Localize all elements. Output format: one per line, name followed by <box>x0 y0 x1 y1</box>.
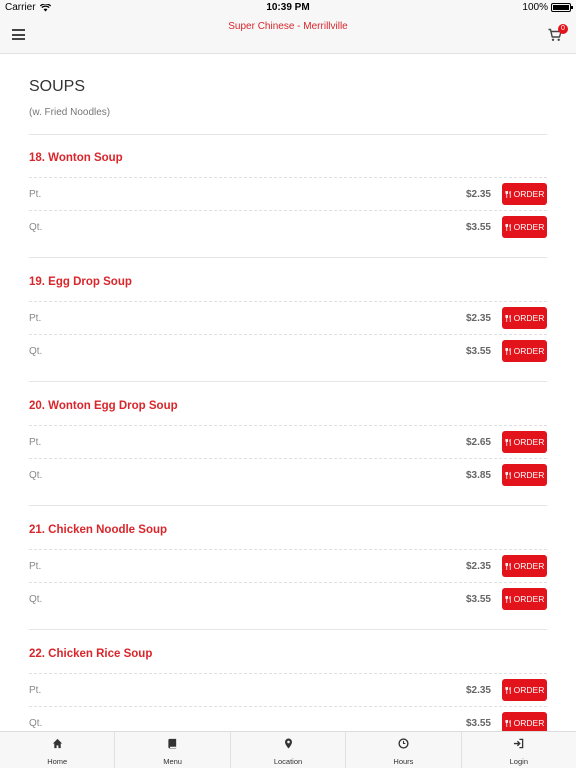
order-button[interactable]: ORDER <box>502 588 547 610</box>
size-price: $2.65 <box>465 437 491 448</box>
nav-hours-label: Hours <box>393 757 414 766</box>
order-button-label: ORDER <box>513 189 545 199</box>
menu-item-name: 22. Chicken Rice Soup <box>29 648 153 660</box>
utensils-icon <box>505 595 511 603</box>
size-row: Qt. $3.85 ORDER <box>29 458 547 491</box>
restaurant-title: Super Chinese - Merrillville <box>228 21 348 32</box>
order-button-label: ORDER <box>513 222 545 232</box>
order-button-label: ORDER <box>513 313 545 323</box>
size-row: Qt. $3.55 ORDER <box>29 706 547 731</box>
order-button[interactable]: ORDER <box>502 431 547 453</box>
size-price: $3.55 <box>465 346 491 357</box>
battery-icon <box>551 3 573 12</box>
status-bar: Carrier 10:39 PM 100% <box>0 0 576 16</box>
nav-location[interactable]: Location <box>231 732 347 768</box>
order-button[interactable]: ORDER <box>502 216 547 238</box>
order-button-label: ORDER <box>513 685 545 695</box>
status-time: 10:39 PM <box>266 2 310 13</box>
utensils-icon <box>505 190 511 198</box>
size-row: Pt. $2.35 ORDER <box>29 673 547 706</box>
size-price: $3.55 <box>465 718 491 729</box>
size-price: $3.85 <box>465 470 491 481</box>
order-button[interactable]: ORDER <box>502 712 547 731</box>
order-button[interactable]: ORDER <box>502 183 547 205</box>
size-row: Pt. $2.35 ORDER <box>29 301 547 334</box>
nav-home[interactable]: Home <box>0 732 116 768</box>
utensils-icon <box>505 347 511 355</box>
size-price: $3.55 <box>465 222 491 233</box>
nav-hours[interactable]: Hours <box>346 732 462 768</box>
menu-item: 21. Chicken Noodle Soup Pt. $2.35 ORDER … <box>29 506 547 630</box>
menu-content: SOUPS (w. Fried Noodles) 18. Wonton Soup… <box>0 54 576 731</box>
nav-menu[interactable]: Menu <box>115 732 231 768</box>
section-subtitle: (w. Fried Noodles) <box>29 107 111 118</box>
section-title: SOUPS <box>29 78 86 95</box>
size-label: Pt. <box>29 685 42 696</box>
size-label: Qt. <box>29 222 43 233</box>
status-right: 100% <box>522 2 573 13</box>
size-row: Qt. $3.55 ORDER <box>29 334 547 367</box>
clock-icon <box>398 738 409 749</box>
menu-item-name: 19. Egg Drop Soup <box>29 276 132 288</box>
order-button[interactable]: ORDER <box>502 307 547 329</box>
order-button-label: ORDER <box>513 594 545 604</box>
size-price: $2.35 <box>465 313 491 324</box>
utensils-icon <box>505 562 511 570</box>
order-button[interactable]: ORDER <box>502 679 547 701</box>
utensils-icon <box>505 686 511 694</box>
utensils-icon <box>505 719 511 727</box>
size-price: $2.35 <box>465 685 491 696</box>
nav-login[interactable]: Login <box>462 732 576 768</box>
menu-item-name: 18. Wonton Soup <box>29 152 123 164</box>
size-row: Qt. $3.55 ORDER <box>29 210 547 243</box>
size-label: Qt. <box>29 470 43 481</box>
size-label: Pt. <box>29 189 42 200</box>
menu-item-name: 21. Chicken Noodle Soup <box>29 524 168 536</box>
size-label: Qt. <box>29 594 43 605</box>
order-button[interactable]: ORDER <box>502 340 547 362</box>
cart-count-badge: 0 <box>558 24 568 34</box>
utensils-icon <box>505 223 511 231</box>
order-button-label: ORDER <box>513 437 545 447</box>
nav-home-label: Home <box>47 757 68 766</box>
order-button-label: ORDER <box>513 718 545 728</box>
size-price: $3.55 <box>465 594 491 605</box>
size-label: Pt. <box>29 437 42 448</box>
nav-menu-label: Menu <box>163 757 182 766</box>
login-icon <box>514 738 524 749</box>
size-label: Pt. <box>29 313 42 324</box>
order-button[interactable]: ORDER <box>502 555 547 577</box>
nav-login-label: Login <box>509 757 528 766</box>
menu-item: 22. Chicken Rice Soup Pt. $2.35 ORDER Qt… <box>29 630 547 731</box>
nav-location-label: Location <box>273 757 303 766</box>
map-pin-icon <box>284 738 292 749</box>
app-header: Super Chinese - Merrillville 0 <box>0 16 576 54</box>
bottom-nav: Home Menu Location Hours Login <box>0 731 576 768</box>
book-icon <box>168 738 177 749</box>
battery-percent: 100% <box>522 2 548 13</box>
size-price: $2.35 <box>465 189 491 200</box>
utensils-icon <box>505 438 511 446</box>
size-label: Pt. <box>29 561 42 572</box>
size-row: Pt. $2.35 ORDER <box>29 177 547 210</box>
menu-item-name: 20. Wonton Egg Drop Soup <box>29 400 178 412</box>
order-button-label: ORDER <box>513 470 545 480</box>
order-button-label: ORDER <box>513 561 545 571</box>
size-label: Qt. <box>29 346 43 357</box>
size-label: Qt. <box>29 718 43 729</box>
menu-item: 20. Wonton Egg Drop Soup Pt. $2.65 ORDER… <box>29 382 547 506</box>
order-button-label: ORDER <box>513 346 545 356</box>
utensils-icon <box>505 314 511 322</box>
size-price: $2.35 <box>465 561 491 572</box>
order-button[interactable]: ORDER <box>502 464 547 486</box>
size-row: Pt. $2.65 ORDER <box>29 425 547 458</box>
menu-item: 19. Egg Drop Soup Pt. $2.35 ORDER Qt. $3… <box>29 258 547 382</box>
home-icon <box>52 738 62 749</box>
cart-button[interactable]: 0 <box>548 24 568 44</box>
size-row: Qt. $3.55 ORDER <box>29 582 547 615</box>
menu-item: 18. Wonton Soup Pt. $2.35 ORDER Qt. $3.5… <box>29 134 547 258</box>
size-row: Pt. $2.35 ORDER <box>29 549 547 582</box>
utensils-icon <box>505 471 511 479</box>
